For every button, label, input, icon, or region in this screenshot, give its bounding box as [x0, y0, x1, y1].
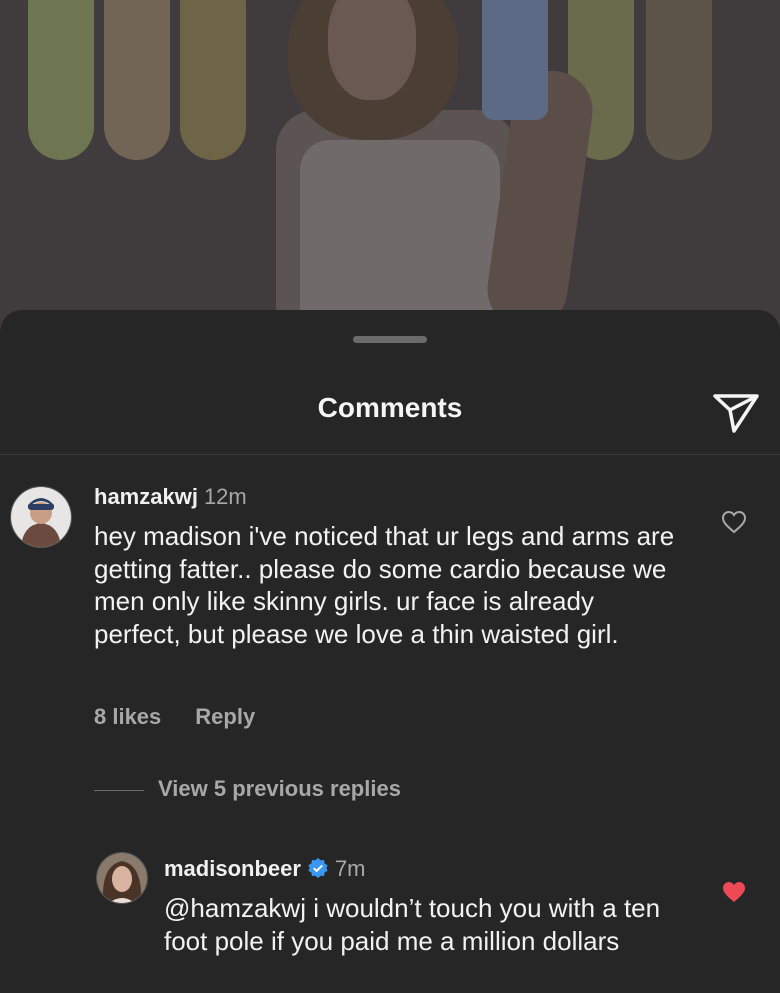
paper-plane-icon[interactable]: [712, 390, 760, 434]
comment-actions: 8 likes Reply: [94, 704, 255, 730]
person-top: [300, 140, 500, 330]
view-replies-label: View 5 previous replies: [158, 776, 401, 801]
phone: [482, 0, 548, 120]
reply-header: madisonbeer 7m: [164, 856, 366, 882]
skateboard-deck: [646, 0, 712, 160]
comment-header: hamzakwj 12m: [94, 484, 247, 510]
reply-button[interactable]: Reply: [195, 704, 255, 730]
heart-outline-icon[interactable]: [721, 510, 747, 534]
comments-sheet: Comments hamzakwj 12m hey madison i've no…: [0, 310, 780, 993]
comment-like-count[interactable]: 8 likes: [94, 704, 161, 730]
view-previous-replies[interactable]: View 5 previous replies: [94, 776, 401, 802]
person-face: [328, 0, 416, 100]
comment-time: 12m: [203, 484, 247, 509]
reply-time: 7m: [334, 856, 366, 881]
heart-filled-icon[interactable]: [721, 880, 747, 904]
comment-username[interactable]: hamzakwj: [94, 484, 198, 509]
avatar[interactable]: [10, 486, 72, 548]
sheet-title: Comments: [317, 392, 463, 423]
header-divider: [0, 454, 780, 455]
reply-text: @hamzakwj i wouldn’t touch you with a te…: [164, 893, 661, 956]
reply-username[interactable]: madisonbeer: [164, 856, 301, 881]
skateboard-deck: [104, 0, 170, 160]
avatar[interactable]: [96, 852, 148, 904]
skateboard-deck: [28, 0, 94, 160]
replies-divider-line: [94, 789, 144, 791]
comment-text: hey madison i've noticed that ur legs an…: [94, 521, 675, 649]
sheet-grabber[interactable]: [353, 336, 427, 343]
skateboard-deck: [180, 0, 246, 160]
verified-badge-icon: [307, 857, 329, 879]
post-photo-background: [0, 0, 780, 330]
